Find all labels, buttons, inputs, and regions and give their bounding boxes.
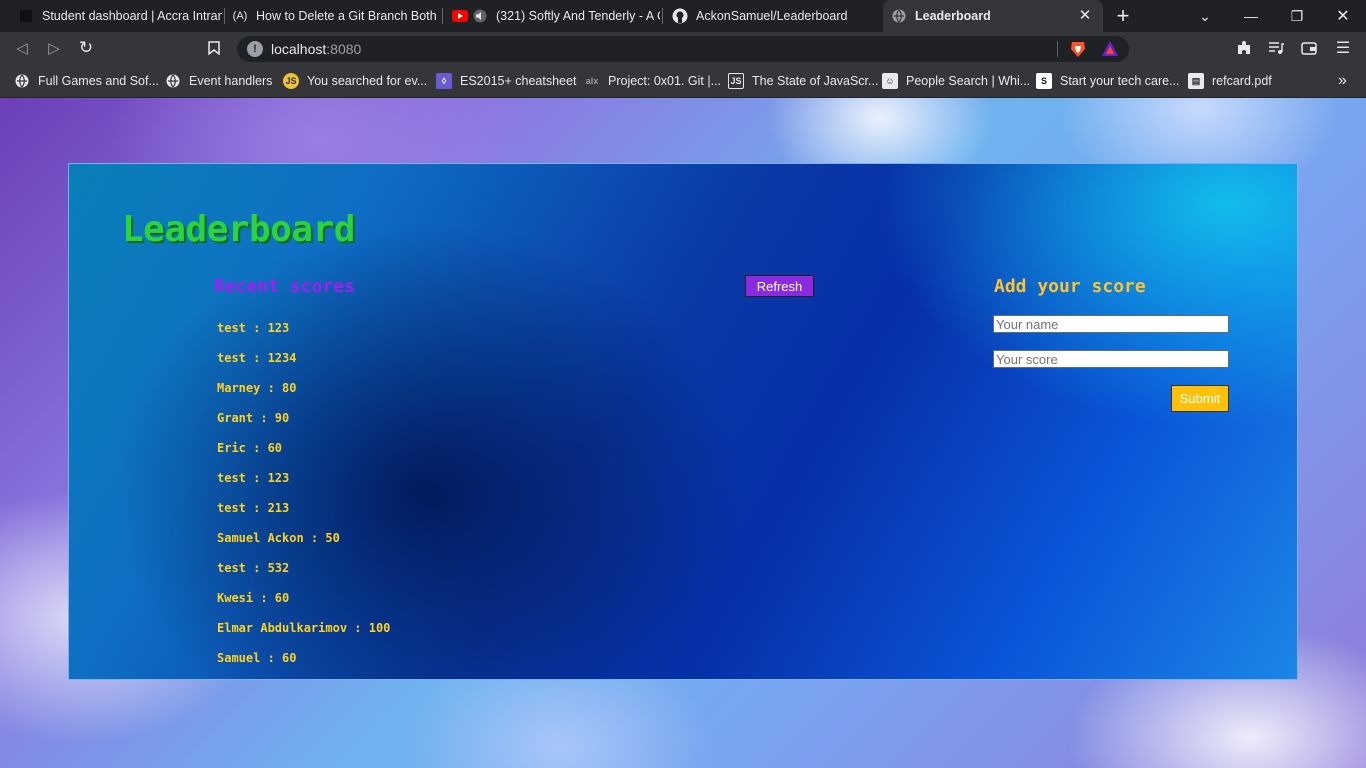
cheatsheet-icon: ◊ xyxy=(436,73,452,89)
close-window-icon[interactable]: ✕ xyxy=(1320,0,1366,32)
js-icon: JS xyxy=(283,73,299,89)
page-viewport: Leaderboard Recent scores Refresh test :… xyxy=(0,98,1366,768)
tech-career-icon: S xyxy=(1036,73,1052,89)
audio-playing-icon[interactable] xyxy=(472,8,488,24)
page-title: Leaderboard xyxy=(122,209,355,250)
github-icon xyxy=(672,8,688,24)
score-entry: test : 213 xyxy=(217,501,290,515)
refresh-button[interactable]: Refresh xyxy=(745,275,814,297)
tab-search-chevron-icon[interactable]: ⌄ xyxy=(1182,0,1228,32)
score-entry: Grant : 90 xyxy=(217,411,290,425)
bookmark-label: Full Games and Sof... xyxy=(38,74,159,88)
bookmarks-overflow-icon[interactable]: » xyxy=(1338,72,1347,90)
score-entry: Elmar Abdulkarimov : 100 xyxy=(217,621,391,635)
bookmark-label: Project: 0x01. Git |... xyxy=(608,74,722,88)
bookmark-item[interactable]: Full Games and Sof... xyxy=(14,72,159,90)
score-entry: Samuel Ackon : 50 xyxy=(217,531,340,545)
add-score-heading: Add your score xyxy=(994,276,1146,297)
tab-github-repo[interactable]: AckonSamuel/Leaderboard xyxy=(664,0,880,32)
browser-toolbar: ◁ ▷ ↻ ! localhost:8080 ☰ xyxy=(0,32,1366,64)
new-tab-button[interactable]: + xyxy=(1100,0,1146,32)
tab-leaderboard[interactable]: Leaderboard ✕ xyxy=(883,0,1103,32)
minimize-icon[interactable]: — xyxy=(1228,0,1274,32)
tab-title: AckonSamuel/Leaderboard xyxy=(696,9,848,23)
pdf-icon: ▤ xyxy=(1188,73,1204,89)
tab-strip: Student dashboard | Accra Intranet (A) H… xyxy=(0,0,1366,32)
bookmark-item[interactable]: alx Project: 0x01. Git |... xyxy=(584,72,721,90)
student-dashboard-icon xyxy=(18,8,34,24)
recent-scores-heading: Recent scores xyxy=(214,276,355,297)
tab-divider xyxy=(224,8,225,24)
score-entry: Eric : 60 xyxy=(217,441,283,455)
score-entry: test : 532 xyxy=(217,561,290,575)
extensions-icon[interactable] xyxy=(1232,36,1256,60)
alx-icon: alx xyxy=(585,76,599,86)
score-entry: test : 123 xyxy=(217,321,290,335)
bookmark-item[interactable]: ◊ ES2015+ cheatsheet xyxy=(436,72,576,90)
score-entry: test : 123 xyxy=(217,471,290,485)
person-icon: ☺ xyxy=(882,73,898,89)
reload-icon[interactable]: ↻ xyxy=(74,36,98,60)
tab-git-branch[interactable]: (A) How to Delete a Git Branch Both Lo xyxy=(226,0,440,32)
bookmark-item[interactable]: S Start your tech care... xyxy=(1036,72,1180,90)
tab-divider xyxy=(442,8,443,24)
tab-title: Leaderboard xyxy=(915,9,991,23)
wallet-icon[interactable] xyxy=(1297,36,1321,60)
site-info-icon[interactable]: ! xyxy=(247,41,263,57)
score-entry: Samuel : 60 xyxy=(217,651,297,665)
url-text: localhost:8080 xyxy=(271,41,362,57)
bookmark-label: People Search | Whi... xyxy=(906,74,1031,88)
back-icon[interactable]: ◁ xyxy=(10,36,34,60)
media-playlist-icon[interactable] xyxy=(1264,36,1288,60)
bookmark-label: refcard.pdf xyxy=(1212,74,1272,88)
bookmark-label: Event handlers xyxy=(189,74,273,88)
tab-student-dashboard[interactable]: Student dashboard | Accra Intranet xyxy=(10,0,222,32)
bookmark-item[interactable]: Event handlers xyxy=(165,72,272,90)
score-entry: Marney : 80 xyxy=(217,381,297,395)
bookmark-page-icon[interactable] xyxy=(202,36,226,60)
bookmark-label: You searched for ev... xyxy=(307,74,428,88)
tab-title: How to Delete a Git Branch Both Lo xyxy=(256,9,440,23)
bookmark-label: The State of JavaScr... xyxy=(752,74,879,88)
score-entry: Kwesi : 60 xyxy=(217,591,290,605)
forward-icon[interactable]: ▷ xyxy=(42,36,66,60)
leaderboard-panel: Leaderboard Recent scores Refresh test :… xyxy=(68,163,1298,680)
globe-icon xyxy=(14,73,30,89)
bookmarks-bar: Full Games and Sof... Event handlers JS … xyxy=(0,64,1366,98)
bookmark-label: Start your tech care... xyxy=(1060,74,1180,88)
score-list: test : 123 test : 1234 Marney : 80 Grant… xyxy=(217,319,390,679)
freecodecamp-icon: (A) xyxy=(232,10,248,22)
tab-title: Student dashboard | Accra Intranet xyxy=(42,9,222,23)
address-divider xyxy=(1057,41,1058,57)
youtube-icon xyxy=(452,8,468,24)
tab-divider xyxy=(662,8,663,24)
score-input[interactable] xyxy=(993,350,1229,368)
tab-title: (321) Softly And Tenderly - A C xyxy=(496,9,660,23)
brave-shields-icon[interactable] xyxy=(1069,40,1087,58)
bookmark-label: ES2015+ cheatsheet xyxy=(460,74,577,88)
close-tab-icon[interactable]: ✕ xyxy=(1077,8,1093,24)
tab-youtube[interactable]: (321) Softly And Tenderly - A C xyxy=(444,0,660,32)
globe-icon xyxy=(165,73,181,89)
bookmark-item[interactable]: ▤ refcard.pdf xyxy=(1188,72,1272,90)
bookmark-item[interactable]: ☺ People Search | Whi... xyxy=(882,72,1030,90)
menu-icon[interactable]: ☰ xyxy=(1331,36,1355,60)
restore-icon[interactable]: ❐ xyxy=(1274,0,1320,32)
submit-button[interactable]: Submit xyxy=(1171,385,1229,412)
address-bar[interactable]: ! localhost:8080 xyxy=(237,36,1129,62)
name-input[interactable] xyxy=(993,315,1229,333)
js-survey-icon: JS xyxy=(728,73,744,89)
globe-icon xyxy=(891,8,907,24)
score-entry: test : 1234 xyxy=(217,351,297,365)
brave-rewards-icon[interactable] xyxy=(1101,40,1119,58)
bookmark-item[interactable]: JS The State of JavaScr... xyxy=(728,72,878,90)
bookmark-item[interactable]: JS You searched for ev... xyxy=(283,72,427,90)
